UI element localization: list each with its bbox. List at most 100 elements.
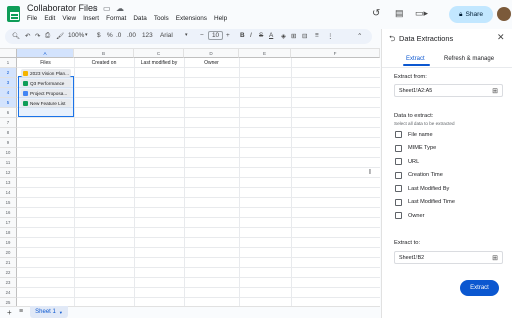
borders-icon[interactable]: ⊞ bbox=[291, 32, 296, 40]
print-icon[interactable]: ⎙ bbox=[45, 32, 50, 40]
all-sheets-icon[interactable]: ≡ bbox=[19, 308, 23, 315]
table-row[interactable] bbox=[17, 128, 380, 138]
row-header[interactable]: 13 bbox=[0, 178, 17, 188]
column-header-a[interactable]: A bbox=[17, 49, 74, 58]
option-owner[interactable]: Owner bbox=[395, 212, 424, 219]
checkbox[interactable] bbox=[395, 198, 402, 206]
row-header[interactable]: 16 bbox=[0, 208, 17, 218]
row-header[interactable]: 9 bbox=[0, 138, 17, 148]
header-cell[interactable]: Owner bbox=[184, 60, 239, 66]
increase-font-size-button[interactable]: + bbox=[226, 32, 230, 39]
paint-format-icon[interactable]: 🖌︎ bbox=[56, 32, 64, 40]
meet-video-icon[interactable]: ▭▸ bbox=[415, 8, 428, 19]
document-title[interactable]: Collaborator Files bbox=[27, 3, 98, 13]
table-row[interactable] bbox=[17, 238, 380, 248]
sheets-logo-icon[interactable] bbox=[7, 6, 20, 22]
grid-select-icon[interactable]: ⊞ bbox=[492, 87, 498, 95]
version-history-icon[interactable]: ↺ bbox=[372, 8, 380, 19]
checkbox[interactable] bbox=[395, 212, 402, 219]
table-row[interactable] bbox=[17, 258, 380, 268]
tab-extract[interactable]: Extract bbox=[406, 56, 425, 62]
table-row[interactable] bbox=[17, 138, 380, 148]
table-row[interactable] bbox=[17, 118, 380, 128]
row-header[interactable]: 11 bbox=[0, 158, 17, 168]
table-row[interactable] bbox=[17, 228, 380, 238]
row-header[interactable]: 18 bbox=[0, 228, 17, 238]
extract-to-field[interactable]: Sheet1!B2 ⊞ bbox=[394, 251, 503, 264]
table-row[interactable] bbox=[17, 168, 380, 178]
row-header[interactable]: 15 bbox=[0, 198, 17, 208]
row-header[interactable]: 17 bbox=[0, 218, 17, 228]
menu-item-data[interactable]: Data bbox=[133, 15, 147, 22]
row-header[interactable]: 20 bbox=[0, 248, 17, 258]
text-color-button[interactable]: A bbox=[269, 32, 273, 39]
menu-item-file[interactable]: File bbox=[27, 15, 37, 22]
row-header[interactable]: 24 bbox=[0, 288, 17, 298]
italic-button[interactable]: I bbox=[250, 32, 252, 39]
column-header-b[interactable]: B bbox=[74, 49, 134, 58]
tab-refresh-manage[interactable]: Refresh & manage bbox=[444, 56, 494, 62]
checkbox[interactable] bbox=[395, 171, 402, 179]
row-header[interactable]: 19 bbox=[0, 238, 17, 248]
row-header[interactable]: 3 bbox=[0, 78, 17, 88]
row-header[interactable]: 2 bbox=[0, 68, 17, 78]
table-row[interactable] bbox=[17, 148, 380, 158]
add-sheet-icon[interactable]: + bbox=[7, 308, 12, 317]
menu-item-help[interactable]: Help bbox=[214, 15, 227, 22]
extract-button[interactable]: Extract bbox=[460, 280, 499, 296]
row-header[interactable]: 23 bbox=[0, 278, 17, 288]
option-url[interactable]: URL bbox=[395, 158, 419, 165]
number-format-button[interactable]: 123 bbox=[142, 32, 153, 39]
avatar[interactable] bbox=[497, 7, 511, 21]
fill-color-icon[interactable]: ◈ bbox=[281, 32, 286, 40]
column-header-d[interactable]: D bbox=[184, 49, 239, 58]
spreadsheet-grid[interactable]: ABCDEF 1 2 3 4 5 6 7 8 9 10 11 12 13 14 15 16 17 18 19 20 21… bbox=[0, 48, 380, 308]
checkbox[interactable] bbox=[395, 158, 402, 165]
option-file-name[interactable]: File name bbox=[395, 131, 433, 138]
currency-format-button[interactable]: $ bbox=[97, 32, 101, 39]
bold-button[interactable]: B bbox=[240, 32, 245, 39]
comments-icon[interactable]: ▤ bbox=[395, 8, 404, 19]
table-row[interactable] bbox=[17, 268, 380, 278]
checkbox[interactable] bbox=[395, 131, 402, 138]
row-header[interactable]: 21 bbox=[0, 258, 17, 268]
file-smart-chip[interactable]: 2023 Vision Plan... bbox=[21, 69, 71, 77]
header-cell[interactable]: Files bbox=[17, 60, 74, 66]
redo-icon[interactable]: ↷ bbox=[35, 32, 40, 40]
option-creation-time[interactable]: Creation Time bbox=[395, 171, 443, 179]
table-row[interactable] bbox=[17, 158, 380, 168]
collapse-toolbar-icon[interactable]: ⌃ bbox=[357, 32, 362, 40]
decrease-font-size-button[interactable]: − bbox=[200, 32, 204, 39]
table-row[interactable] bbox=[17, 178, 380, 188]
extract-from-field[interactable]: Sheet1!A2:A5 ⊞ bbox=[394, 84, 503, 97]
row-header[interactable]: 14 bbox=[0, 188, 17, 198]
menu-item-format[interactable]: Format bbox=[106, 15, 126, 22]
search-menus-icon[interactable]: 🔍︎ bbox=[12, 32, 20, 40]
menu-item-extensions[interactable]: Extensions bbox=[176, 15, 207, 22]
header-cell[interactable]: Last modified by bbox=[134, 60, 184, 66]
sheet-tab[interactable]: Sheet 1 ▼ bbox=[30, 306, 68, 318]
grid-select-icon[interactable]: ⊞ bbox=[492, 254, 498, 262]
checkbox[interactable] bbox=[395, 185, 402, 192]
table-row[interactable] bbox=[17, 218, 380, 228]
table-row[interactable] bbox=[17, 278, 380, 288]
close-icon[interactable]: ✕ bbox=[497, 32, 505, 43]
header-cell[interactable]: Created on bbox=[74, 60, 134, 66]
file-smart-chip[interactable]: New Feature List bbox=[21, 99, 71, 107]
strikethrough-icon[interactable]: S bbox=[259, 32, 263, 39]
increase-decimal-button[interactable]: .00 bbox=[127, 32, 136, 39]
menu-item-tools[interactable]: Tools bbox=[154, 15, 169, 22]
row-header[interactable]: 10 bbox=[0, 148, 17, 158]
menu-item-view[interactable]: View bbox=[62, 15, 76, 22]
row-header[interactable]: 22 bbox=[0, 268, 17, 278]
table-row[interactable] bbox=[17, 208, 380, 218]
checkbox[interactable] bbox=[395, 144, 402, 152]
zoom-select[interactable]: 100% bbox=[68, 32, 84, 39]
merge-cells-icon[interactable]: ⊟ bbox=[302, 32, 307, 40]
table-row[interactable] bbox=[17, 198, 380, 208]
move-folder-icon[interactable]: ▭ bbox=[103, 4, 111, 13]
column-header-e[interactable]: E bbox=[239, 49, 291, 58]
column-header-f[interactable]: F bbox=[291, 49, 380, 58]
row-header[interactable]: 6 bbox=[0, 108, 17, 118]
row-header[interactable]: 7 bbox=[0, 118, 17, 128]
